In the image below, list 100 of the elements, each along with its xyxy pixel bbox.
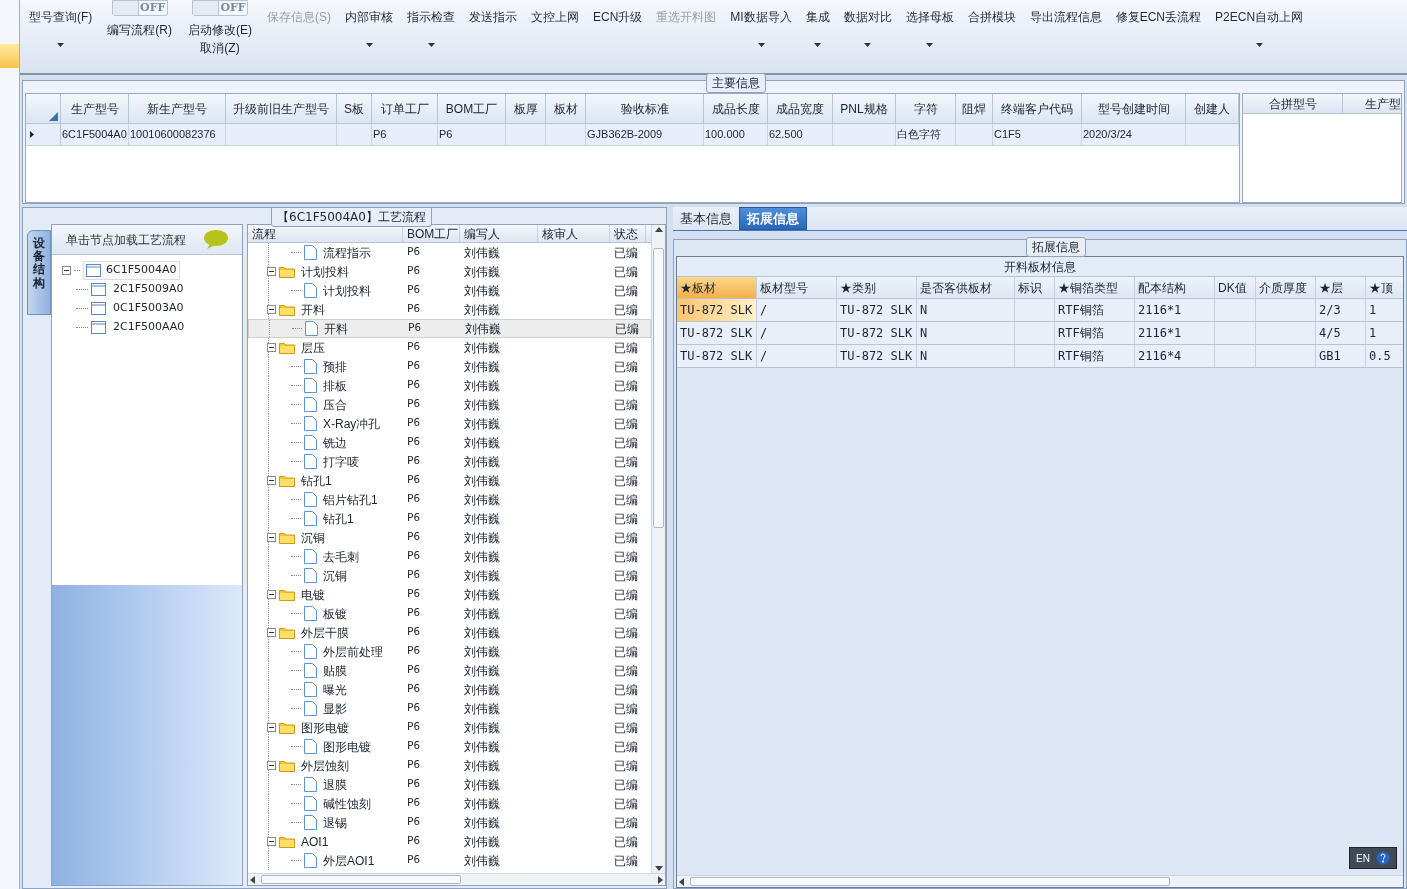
process-row[interactable]: 铝片钻孔1 P6 刘伟巍 已编 xyxy=(248,490,651,509)
column-header[interactable]: 成品宽度 xyxy=(768,94,833,123)
table-cell[interactable]: 2116*4 xyxy=(1135,345,1215,367)
process-row[interactable]: 开料 P6 刘伟巍 已编 xyxy=(248,300,651,319)
column-header[interactable]: 标识 xyxy=(1015,277,1055,298)
column-header[interactable]: 型号创建时间 xyxy=(1082,94,1186,123)
tree-node[interactable]: 2C1F5009A0 xyxy=(113,281,184,298)
column-header[interactable]: 阻焊 xyxy=(956,94,993,123)
process-row[interactable]: 外层干膜 P6 刘伟巍 已编 xyxy=(248,623,651,642)
toolbar-button[interactable]: MI数据导入 xyxy=(730,8,792,26)
process-row[interactable]: 压合 P6 刘伟巍 已编 xyxy=(248,395,651,414)
scroll-left-icon[interactable] xyxy=(679,877,684,886)
scroll-up-icon[interactable] xyxy=(654,227,663,232)
column-header[interactable]: DK值 xyxy=(1215,277,1256,298)
table-cell[interactable]: GB1 xyxy=(1316,345,1366,367)
process-row[interactable]: 去毛刺 P6 刘伟巍 已编 xyxy=(248,547,651,566)
horizontal-scrollbar[interactable] xyxy=(677,875,1403,887)
toolbar-button[interactable]: 导出流程信息 xyxy=(1029,8,1102,26)
tab[interactable]: 拓展信息 xyxy=(739,207,807,230)
column-header[interactable]: 板材型号 xyxy=(757,277,837,298)
column-header[interactable]: 配本结构 xyxy=(1135,277,1215,298)
column-header[interactable]: 验收标准 xyxy=(586,94,704,123)
process-row[interactable]: 外层蚀刻 P6 刘伟巍 已编 xyxy=(248,756,651,775)
scroll-left-icon[interactable] xyxy=(250,875,255,884)
collapse-icon[interactable] xyxy=(267,533,276,542)
table-cell[interactable]: N xyxy=(917,299,1015,321)
column-header[interactable]: 板材 xyxy=(546,94,586,123)
toolbar-button[interactable]: 数据对比 xyxy=(843,8,892,26)
table-cell[interactable]: 1 xyxy=(1366,299,1403,321)
process-row[interactable]: 退锡 P6 刘伟巍 已编 xyxy=(248,813,651,832)
scroll-thumb[interactable] xyxy=(690,877,1170,886)
table-cell[interactable]: N xyxy=(917,322,1015,344)
table-cell[interactable]: 2/3 xyxy=(1316,299,1366,321)
column-header[interactable]: 板厚 xyxy=(506,94,546,123)
process-row[interactable]: 外层前处理 P6 刘伟巍 已编 xyxy=(248,642,651,661)
process-row[interactable]: X-Ray冲孔 P6 刘伟巍 已编 xyxy=(248,414,651,433)
column-header[interactable]: ★类别 xyxy=(837,277,917,298)
toolbar-button[interactable]: 选择母板 xyxy=(905,8,954,26)
collapse-icon[interactable] xyxy=(267,761,276,770)
toolbar-button[interactable]: 型号查询(F) xyxy=(29,8,93,26)
table-cell[interactable]: TU-872 SLK xyxy=(677,299,757,321)
toolbar-button[interactable]: P2ECN自动上网 xyxy=(1215,8,1304,26)
column-header[interactable]: 订单工厂 xyxy=(372,94,438,123)
collapse-icon[interactable] xyxy=(62,266,71,275)
collapse-icon[interactable] xyxy=(267,476,276,485)
toolbar-button[interactable]: 集成 xyxy=(805,8,830,26)
process-row[interactable]: 流程指示 P6 刘伟巍 已编 xyxy=(248,243,651,262)
table-cell[interactable]: 1 xyxy=(1366,322,1403,344)
process-row[interactable]: 贴膜 P6 刘伟巍 已编 xyxy=(248,661,651,680)
collapse-icon[interactable] xyxy=(267,343,276,352)
collapse-icon[interactable] xyxy=(267,837,276,846)
collapse-icon[interactable] xyxy=(267,723,276,732)
scroll-right-icon[interactable] xyxy=(658,875,663,884)
horizontal-scrollbar[interactable] xyxy=(248,873,665,885)
table-cell[interactable]: TU-872 SLK xyxy=(837,345,917,367)
tree-node[interactable]: 2C1F500AA0 xyxy=(113,319,185,336)
table-cell[interactable]: 2116*1 xyxy=(1135,322,1215,344)
table-cell[interactable]: TU-872 SLK xyxy=(837,299,917,321)
column-header[interactable]: 是否客供板材 xyxy=(917,277,1015,298)
tree-node[interactable]: 6C1F5004A0 xyxy=(83,261,180,280)
scroll-down-icon[interactable] xyxy=(654,866,663,871)
column-header[interactable]: ★层 xyxy=(1316,277,1366,298)
process-row[interactable]: 钻孔1 P6 刘伟巍 已编 xyxy=(248,509,651,528)
column-header[interactable]: ★顶 xyxy=(1366,277,1403,298)
toolbar-button[interactable]: 发送指示 xyxy=(469,8,517,26)
column-header[interactable]: PNL规格 xyxy=(833,94,896,123)
process-row[interactable]: 曝光 P6 刘伟巍 已编 xyxy=(248,680,651,699)
table-cell[interactable]: 0.5 xyxy=(1366,345,1403,367)
column-header[interactable]: BOM工厂 xyxy=(438,94,506,123)
column-header[interactable]: 创建人 xyxy=(1186,94,1239,123)
process-row[interactable]: 电镀 P6 刘伟巍 已编 xyxy=(248,585,651,604)
table-cell[interactable]: RTF铜箔 xyxy=(1055,345,1135,367)
process-row[interactable]: 退膜 P6 刘伟巍 已编 xyxy=(248,775,651,794)
table-cell[interactable]: RTF铜箔 xyxy=(1055,299,1135,321)
toolbar-button[interactable]: 内部审核 xyxy=(345,8,393,26)
scroll-thumb[interactable] xyxy=(653,248,664,528)
column-header[interactable]: 合拼型号 xyxy=(1243,94,1343,113)
collapse-icon[interactable] xyxy=(267,305,276,314)
collapse-icon[interactable] xyxy=(267,267,276,276)
tab[interactable]: 基本信息 xyxy=(673,207,739,230)
toolbar-button[interactable]: 合拼模块 xyxy=(967,8,1016,26)
collapse-icon[interactable] xyxy=(267,590,276,599)
process-row[interactable]: 打字唛 P6 刘伟巍 已编 xyxy=(248,452,651,471)
toolbar-button[interactable]: 取消(Z) xyxy=(200,39,240,57)
column-header[interactable]: BOM工厂 xyxy=(403,225,460,242)
toolbar-button[interactable]: ECN升级 xyxy=(593,8,643,26)
toolbar-button[interactable]: 修复ECN丢流程 xyxy=(1115,8,1202,26)
collapse-icon[interactable] xyxy=(267,628,276,637)
vertical-scrollbar[interactable] xyxy=(651,225,665,873)
process-row[interactable]: AOI1 P6 刘伟巍 已编 xyxy=(248,832,651,851)
process-row[interactable]: 排板 P6 刘伟巍 已编 xyxy=(248,376,651,395)
table-cell[interactable]: / xyxy=(757,322,837,344)
column-header[interactable]: 状态 xyxy=(610,225,646,242)
column-header[interactable]: 成品长度 xyxy=(704,94,768,123)
table-cell[interactable]: TU-872 SLK xyxy=(837,322,917,344)
toolbar-button[interactable]: 文控上网 xyxy=(531,8,579,26)
help-icon[interactable] xyxy=(1376,851,1390,865)
process-row[interactable]: 计划投料 P6 刘伟巍 已编 xyxy=(248,281,651,300)
process-row[interactable]: 开料 P6 刘伟巍 已编 xyxy=(248,319,651,338)
column-header[interactable]: 编写人 xyxy=(460,225,538,242)
